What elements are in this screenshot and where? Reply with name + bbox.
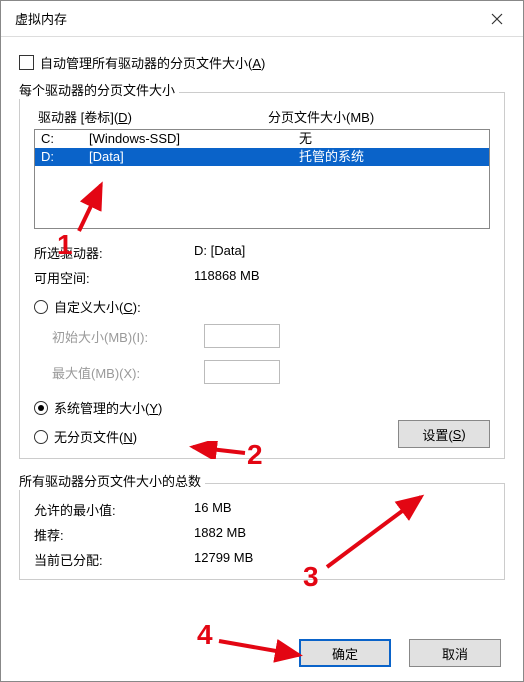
cancel-button[interactable]: 取消 bbox=[409, 639, 501, 667]
selected-drive-label: 所选驱动器: bbox=[34, 243, 194, 262]
table-row[interactable]: C: [Windows-SSD] 无 bbox=[35, 130, 489, 148]
radio-icon bbox=[34, 300, 48, 314]
max-size-row: 最大值(MB)(X): bbox=[52, 360, 490, 384]
radio-icon bbox=[34, 430, 48, 444]
arrow-icon bbox=[215, 633, 307, 663]
close-button[interactable] bbox=[475, 3, 519, 35]
max-size-input bbox=[204, 360, 280, 384]
auto-manage-checkbox[interactable] bbox=[19, 55, 34, 70]
window-title: 虚拟内存 bbox=[15, 9, 67, 28]
titlebar: 虚拟内存 bbox=[1, 1, 523, 37]
cur-value: 12799 MB bbox=[194, 550, 253, 569]
totals-group: 所有驱动器分页文件大小的总数 允许的最小值: 16 MB 推荐: 1882 MB… bbox=[19, 471, 505, 580]
selected-drive-value: D: [Data] bbox=[194, 243, 245, 262]
per-drive-group-label: 每个驱动器的分页文件大小 bbox=[19, 80, 179, 99]
drive-list-header: 驱动器 [卷标](D) 分页文件大小(MB) bbox=[34, 107, 490, 129]
radio-no-paging[interactable]: 无分页文件(N) bbox=[34, 427, 398, 446]
initial-size-row: 初始大小(MB)(I): bbox=[52, 324, 490, 348]
avail-space-label: 可用空间: bbox=[34, 268, 194, 287]
annotation-4: 4 bbox=[197, 619, 213, 651]
radio-system-managed[interactable]: 系统管理的大小(Y) bbox=[34, 398, 398, 417]
radio-icon bbox=[34, 401, 48, 415]
rec-value: 1882 MB bbox=[194, 525, 246, 544]
drive-list[interactable]: C: [Windows-SSD] 无 D: [Data] 托管的系统 bbox=[34, 129, 490, 229]
rec-label: 推荐: bbox=[34, 525, 194, 544]
table-row[interactable]: D: [Data] 托管的系统 bbox=[35, 148, 489, 166]
totals-group-label: 所有驱动器分页文件大小的总数 bbox=[19, 471, 205, 490]
cur-label: 当前已分配: bbox=[34, 550, 194, 569]
min-label: 允许的最小值: bbox=[34, 500, 194, 519]
set-button[interactable]: 设置(S) bbox=[398, 420, 490, 448]
ok-button[interactable]: 确定 bbox=[299, 639, 391, 667]
radio-custom-size[interactable]: 自定义大小(C): bbox=[34, 297, 490, 316]
avail-space-value: 118868 MB bbox=[194, 268, 260, 287]
close-icon bbox=[491, 13, 503, 25]
initial-size-input bbox=[204, 324, 280, 348]
min-value: 16 MB bbox=[194, 500, 232, 519]
auto-manage-row[interactable]: 自动管理所有驱动器的分页文件大小(A) bbox=[19, 53, 505, 72]
per-drive-group: 每个驱动器的分页文件大小 驱动器 [卷标](D) 分页文件大小(MB) C: [… bbox=[19, 80, 505, 459]
auto-manage-label: 自动管理所有驱动器的分页文件大小(A) bbox=[40, 53, 265, 72]
